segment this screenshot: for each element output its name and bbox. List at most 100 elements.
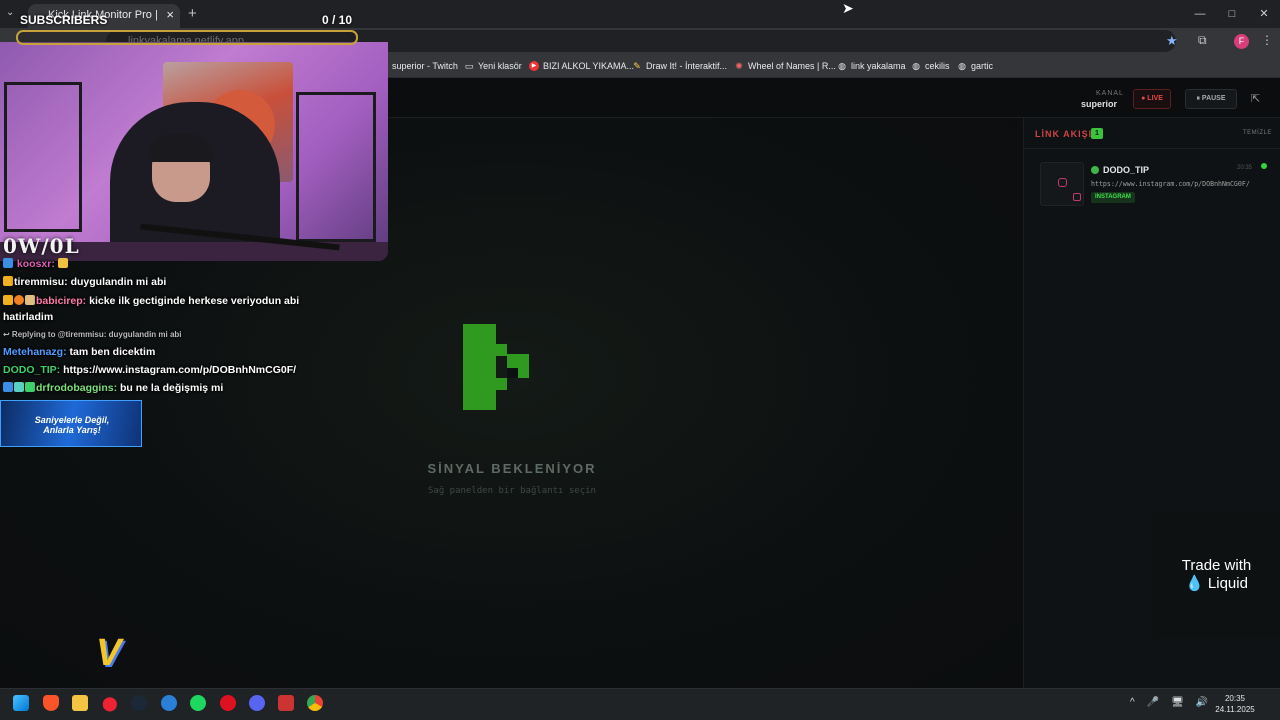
bookmark-item[interactable]: ◍ gartic <box>957 61 993 71</box>
signal-title: SİNYAL BEKLENİYOR <box>427 461 597 476</box>
sub-badge-icon <box>3 295 13 305</box>
clock-time: 20:35 <box>1224 694 1246 703</box>
chat-message: Metehanazg: tam ben dicektim <box>3 346 156 358</box>
chat-message: DODO_TIP: https://www.instagram.com/p/DO… <box>3 364 297 376</box>
window-controls: — □ ✕ <box>1184 0 1280 28</box>
minimize-button[interactable]: — <box>1184 0 1216 28</box>
brave-icon[interactable] <box>43 695 59 711</box>
globe-icon: ◍ <box>958 61 966 71</box>
close-window-button[interactable]: ✕ <box>1248 0 1280 28</box>
youtube-icon: ▶ <box>529 61 539 71</box>
logo-bar <box>463 324 496 410</box>
extensions-icon[interactable]: ⧉ <box>1198 33 1207 48</box>
chat-message: tiremmisu: duygulandin mi abi <box>3 276 166 288</box>
mouse-cursor-icon: ➤ <box>842 0 854 16</box>
taskbar-clock[interactable]: 20:35 24.11.2025 <box>1212 693 1258 715</box>
liquid-ad: Trade with 💧 Liquid <box>1153 512 1280 638</box>
feed-title: LİNK AKIŞI <box>1035 129 1093 139</box>
spotify-icon[interactable] <box>190 695 206 711</box>
tab-search-icon[interactable]: ⌄ <box>6 7 14 18</box>
bookmark-item[interactable]: ✎ Draw It! - İnteraktif... <box>632 61 727 71</box>
feed-count-badge: 1 <box>1091 128 1103 139</box>
corner-logo: V <box>96 632 122 674</box>
pause-button[interactable]: ⏸ PAUSE <box>1185 89 1237 109</box>
signal-subtitle: Sağ panelden bir bağlantı seçin <box>428 486 596 496</box>
gift-badge-icon <box>14 295 24 305</box>
windows-start-icon[interactable] <box>13 695 29 711</box>
emote-icon <box>57 258 68 268</box>
shelf-left <box>4 82 82 232</box>
streamer-hat <box>148 134 214 162</box>
webcam-overlay <box>0 42 388 261</box>
maximize-button[interactable]: □ <box>1216 0 1248 28</box>
subscriber-goal-count: 0 / 10 <box>322 13 353 27</box>
chat-message: drfrodobaggins: bu ne la değişmiş mi <box>3 382 223 394</box>
volume-icon[interactable]: 🔊 <box>1196 697 1208 708</box>
bookmark-item[interactable]: ▶ BIZI ALKOL YIKAMA... <box>529 61 634 71</box>
link-thumbnail[interactable] <box>1040 162 1084 206</box>
bookmark-item[interactable]: ▭ Yeni klasör <box>464 61 522 71</box>
file-explorer-icon[interactable] <box>72 695 88 711</box>
discord-icon[interactable] <box>249 695 265 711</box>
divider <box>1024 148 1280 149</box>
chat-message: koosxr: <box>3 258 69 270</box>
link-username: DODO_TIP <box>1103 165 1150 175</box>
badge-icon <box>25 295 35 305</box>
bookmark-item[interactable]: superior - Twitch <box>392 61 458 71</box>
clock-date: 24.11.2025 <box>1215 705 1255 714</box>
live-button[interactable]: ● LIVE <box>1133 89 1171 109</box>
app-icon[interactable] <box>220 695 236 711</box>
new-indicator <box>1261 163 1267 169</box>
popout-icon[interactable]: ⇱ <box>1251 92 1265 106</box>
wheel-icon: ✺ <box>735 61 743 71</box>
tray-overflow-icon[interactable]: ^ <box>1130 697 1135 708</box>
badge-icon <box>3 258 13 268</box>
pencil-icon: ✎ <box>633 61 641 71</box>
bookmark-item[interactable]: ◍ cekilis <box>911 61 949 71</box>
bookmark-item[interactable]: ◍ link yakalama <box>837 61 905 71</box>
promo-text: Saniyelerle Değil, Anlarla Yarış! <box>34 415 110 435</box>
profile-avatar[interactable]: F <box>1234 34 1249 49</box>
badge-icon <box>14 382 24 392</box>
logo-step <box>496 344 507 356</box>
app-icon[interactable] <box>161 695 177 711</box>
new-tab-button[interactable]: + <box>188 5 197 22</box>
menu-icon[interactable]: ⋮ <box>1261 33 1273 47</box>
tab-close-icon[interactable]: × <box>166 7 174 22</box>
channel-name: superior <box>1081 99 1118 109</box>
badge-icon <box>3 382 13 392</box>
chat-message-continued: hatirladim <box>3 311 54 323</box>
bookmark-star-icon[interactable]: ★ <box>1166 33 1178 49</box>
channel-label: KANAL <box>1096 90 1124 97</box>
instagram-icon <box>1073 193 1081 201</box>
folder-icon: ▭ <box>464 61 474 71</box>
shelf-right <box>296 92 376 242</box>
instagram-icon <box>1058 178 1067 187</box>
badge-icon <box>25 382 35 392</box>
promo-banner: Saniyelerle Değil, Anlarla Yarış! <box>0 400 142 447</box>
link-time: 20:35 <box>1237 165 1253 171</box>
network-icon[interactable]: 🖥 <box>1171 697 1184 708</box>
liquid-ad-text: Trade with 💧 Liquid <box>1181 557 1252 592</box>
microphone-icon[interactable]: 🎤 <box>1147 697 1159 708</box>
globe-icon: ◍ <box>912 61 920 71</box>
subscriber-goal-bar <box>16 30 358 45</box>
logo-step <box>496 378 507 390</box>
sub-badge-icon <box>3 276 13 286</box>
app-icon[interactable] <box>278 695 294 711</box>
globe-icon: ◍ <box>838 61 846 71</box>
chrome-icon[interactable] <box>307 695 323 711</box>
link-url[interactable]: https://www.instagram.com/p/DOBnhNmCG0F/ <box>1091 180 1250 188</box>
steam-icon[interactable] <box>131 695 147 711</box>
bookmark-item[interactable]: ✺ Wheel of Names | R... <box>734 61 836 71</box>
clear-button[interactable]: TEMİZLE <box>1243 130 1272 136</box>
kick-logo-icon <box>463 324 529 410</box>
chat-message: babicirep: kicke ilk gectiginde herkese … <box>3 295 299 307</box>
subscribers-label: SUBSCRIBERS <box>20 13 108 27</box>
system-tray: ^ 🎤 🖥 🔊 <box>1130 697 1208 708</box>
chat-reply-context: ↩ Replying to @tiremmisu: duygulandin mi… <box>3 330 182 339</box>
maps-pin-icon[interactable]: ⬤ <box>102 695 118 711</box>
platform-badge: INSTAGRAM <box>1091 192 1135 203</box>
user-status-dot <box>1091 166 1099 174</box>
logo-notch <box>507 368 518 378</box>
